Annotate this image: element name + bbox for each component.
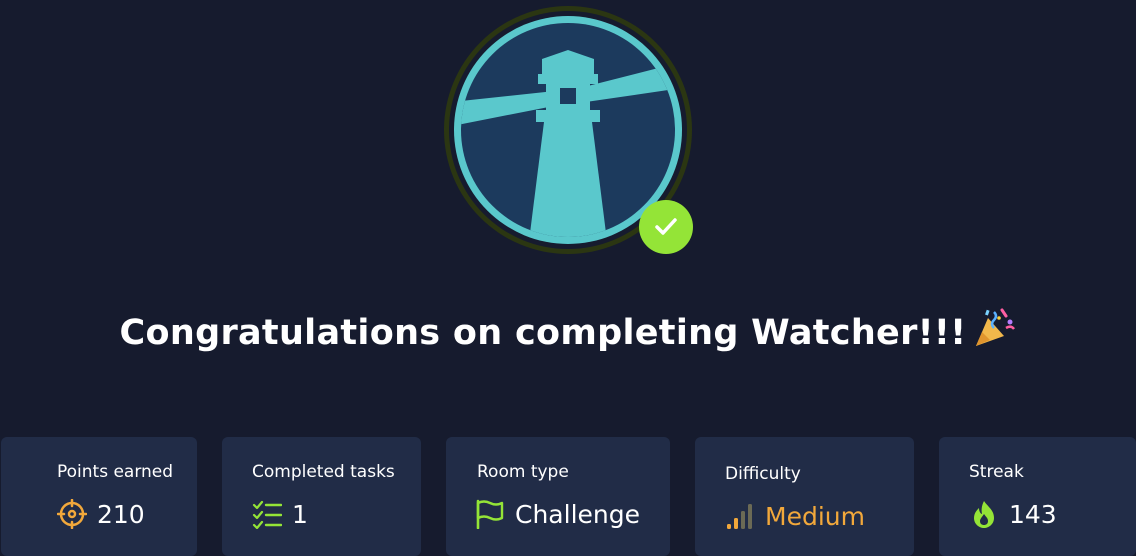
room-type-value: Challenge: [515, 499, 640, 529]
flame-icon: [969, 499, 999, 529]
streak-value: 143: [1009, 499, 1057, 529]
room-type-card: Room type Challenge: [446, 437, 670, 556]
completed-tasks-label: Completed tasks: [252, 462, 395, 482]
completed-badge: [639, 200, 693, 254]
checkmark-icon: [655, 218, 677, 235]
signal-bars-icon: [725, 501, 755, 531]
completed-tasks-card: Completed tasks 1: [222, 437, 421, 556]
completion-headline: Congratulations on completing Watcher!!!: [0, 308, 1136, 357]
room-badge: [442, 4, 694, 256]
streak-label: Streak: [969, 462, 1024, 482]
flag-icon: [475, 499, 505, 529]
room-completion-page: Congratulations on completing Watcher!!!…: [0, 0, 1136, 556]
party-popper-icon: [972, 308, 1016, 357]
difficulty-label: Difficulty: [725, 464, 801, 484]
headline-text: Congratulations on completing Watcher!!!: [119, 313, 967, 353]
difficulty-value: Medium: [765, 501, 865, 531]
room-type-label: Room type: [477, 462, 569, 482]
difficulty-card: Difficulty Medium: [695, 437, 914, 556]
points-earned-label: Points earned: [57, 462, 174, 482]
target-icon: [57, 499, 87, 529]
points-earned-card: Points earned 210: [1, 437, 197, 556]
completed-tasks-value: 1: [292, 499, 308, 529]
checklist-icon: [252, 499, 282, 529]
streak-card: Streak 143: [939, 437, 1136, 556]
points-earned-value: 210: [97, 499, 145, 529]
